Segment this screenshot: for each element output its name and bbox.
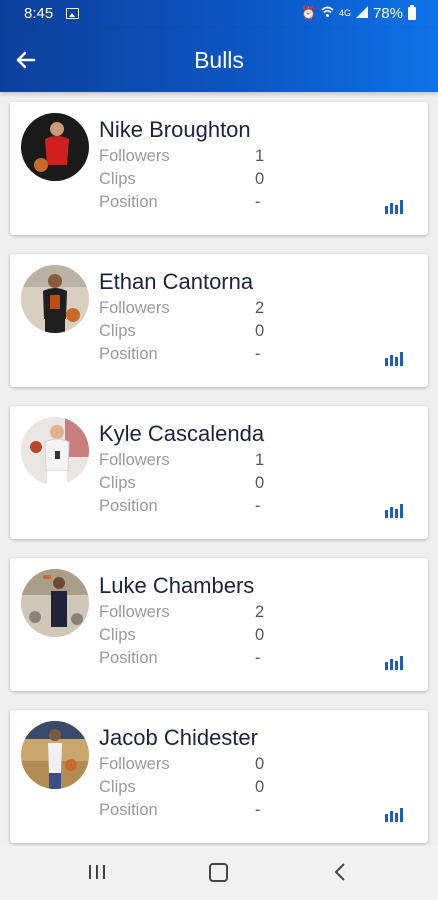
clips-value: 0 bbox=[255, 322, 265, 340]
player-card[interactable]: Luke Chambers Followers 2 Clips 0 Positi… bbox=[10, 558, 428, 691]
status-bar: 8:45 ⏰ 4G 78% bbox=[0, 0, 438, 28]
position-value: - bbox=[255, 649, 261, 667]
wifi-icon bbox=[321, 6, 334, 22]
app-header: Bulls bbox=[0, 28, 438, 92]
followers-value: 0 bbox=[255, 755, 265, 773]
network-type-icon: 4G bbox=[338, 8, 351, 18]
player-name: Luke Chambers bbox=[99, 573, 255, 598]
player-avatar bbox=[21, 569, 89, 637]
image-notification-icon bbox=[66, 8, 79, 19]
followers-label: Followers bbox=[99, 451, 170, 469]
player-card[interactable]: Nike Broughton Followers 1 Clips 0 Posit… bbox=[10, 102, 428, 235]
system-nav-bar bbox=[0, 846, 438, 900]
followers-value: 1 bbox=[255, 451, 265, 469]
clips-value: 0 bbox=[255, 778, 265, 796]
followers-label: Followers bbox=[99, 299, 170, 317]
home-icon[interactable] bbox=[209, 863, 228, 882]
player-card[interactable]: Ethan Cantorna Followers 2 Clips 0 Posit… bbox=[10, 254, 428, 387]
clips-value: 0 bbox=[255, 474, 265, 492]
position-value: - bbox=[255, 497, 261, 515]
stats-bars-icon[interactable] bbox=[385, 654, 405, 670]
followers-label: Followers bbox=[99, 755, 170, 773]
page-title: Bulls bbox=[194, 47, 244, 73]
stats-bars-icon[interactable] bbox=[385, 350, 405, 366]
followers-value: 2 bbox=[255, 299, 265, 317]
clips-value: 0 bbox=[255, 170, 265, 188]
player-card[interactable]: Kyle Cascalenda Followers 1 Clips 0 Posi… bbox=[10, 406, 428, 539]
clips-label: Clips bbox=[99, 778, 136, 796]
clips-label: Clips bbox=[99, 322, 136, 340]
position-label: Position bbox=[99, 649, 158, 667]
player-name: Ethan Cantorna bbox=[99, 269, 254, 294]
followers-value: 2 bbox=[255, 603, 265, 621]
position-label: Position bbox=[99, 193, 158, 211]
position-label: Position bbox=[99, 345, 158, 363]
player-name: Nike Broughton bbox=[99, 117, 251, 142]
followers-label: Followers bbox=[99, 147, 170, 165]
player-avatar bbox=[21, 265, 89, 333]
recents-icon[interactable] bbox=[88, 864, 106, 880]
back-chevron-icon[interactable] bbox=[333, 863, 347, 881]
position-value: - bbox=[255, 193, 261, 211]
position-value: - bbox=[255, 345, 261, 363]
stats-bars-icon[interactable] bbox=[385, 198, 405, 214]
followers-label: Followers bbox=[99, 603, 170, 621]
player-avatar bbox=[21, 417, 89, 485]
clips-label: Clips bbox=[99, 170, 136, 188]
position-label: Position bbox=[99, 497, 158, 515]
player-avatar bbox=[21, 721, 89, 789]
stats-bars-icon[interactable] bbox=[385, 502, 405, 518]
player-card[interactable]: Jacob Chidester Followers 0 Clips 0 Posi… bbox=[10, 710, 428, 843]
battery-icon bbox=[408, 5, 416, 20]
player-name: Jacob Chidester bbox=[99, 725, 258, 750]
player-name: Kyle Cascalenda bbox=[99, 421, 265, 446]
alarm-icon: ⏰ bbox=[301, 6, 316, 20]
battery-percent: 78% bbox=[372, 5, 403, 22]
status-time: 8:45 bbox=[24, 5, 54, 22]
clips-value: 0 bbox=[255, 626, 265, 644]
player-avatar bbox=[21, 113, 89, 181]
followers-value: 1 bbox=[255, 147, 265, 165]
stats-bars-icon[interactable] bbox=[385, 806, 405, 822]
position-label: Position bbox=[99, 801, 158, 819]
status-icons: ⏰ 4G 78% bbox=[301, 5, 416, 22]
signal-icon bbox=[355, 5, 368, 22]
position-value: - bbox=[255, 801, 261, 819]
clips-label: Clips bbox=[99, 474, 136, 492]
clips-label: Clips bbox=[99, 626, 136, 644]
